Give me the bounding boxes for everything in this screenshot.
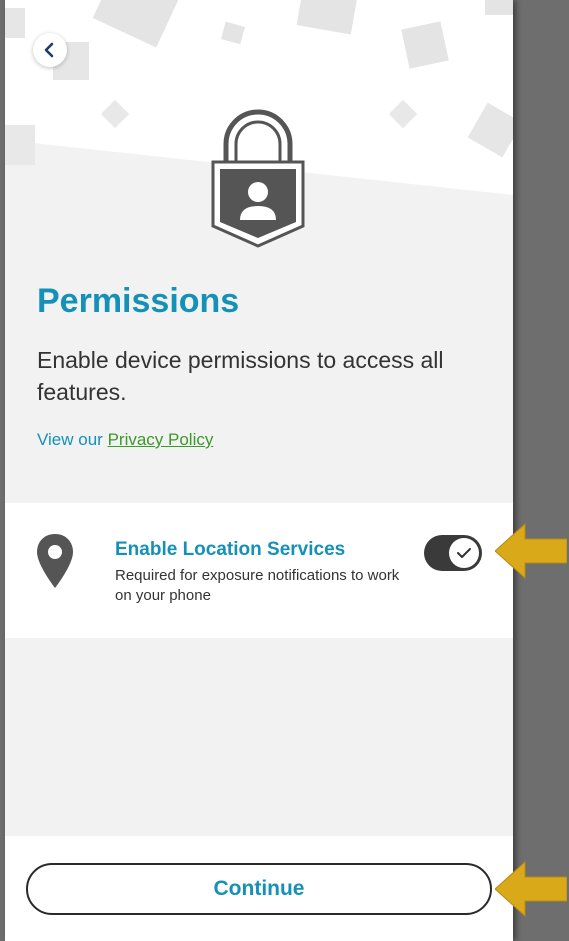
chevron-left-icon bbox=[44, 42, 54, 58]
privacy-line: View our Privacy Policy bbox=[37, 430, 213, 450]
permission-row-location: Enable Location Services Required for ex… bbox=[5, 503, 513, 638]
phone-screen: Permissions Enable device permissions to… bbox=[5, 0, 513, 941]
privacy-prefix: View our bbox=[37, 430, 108, 449]
lock-user-icon bbox=[211, 109, 305, 248]
permission-description: Required for exposure notifications to w… bbox=[115, 567, 400, 604]
bottom-bar: Continue bbox=[5, 836, 513, 941]
permission-title: Enable Location Services bbox=[115, 539, 346, 560]
hero-section bbox=[5, 0, 513, 260]
back-button[interactable] bbox=[33, 33, 67, 67]
location-pin-icon bbox=[37, 534, 73, 588]
page-title: Permissions bbox=[37, 282, 240, 320]
continue-button[interactable]: Continue bbox=[26, 863, 492, 915]
checkmark-icon bbox=[457, 548, 471, 558]
toggle-knob bbox=[449, 538, 479, 568]
arrow-left-icon bbox=[495, 860, 567, 918]
arrow-left-icon bbox=[495, 522, 567, 580]
screenshot-stage: Permissions Enable device permissions to… bbox=[0, 0, 569, 941]
page-subtitle: Enable device permissions to access all … bbox=[37, 347, 444, 405]
privacy-policy-link[interactable]: Privacy Policy bbox=[108, 430, 214, 449]
location-toggle[interactable] bbox=[424, 535, 482, 571]
